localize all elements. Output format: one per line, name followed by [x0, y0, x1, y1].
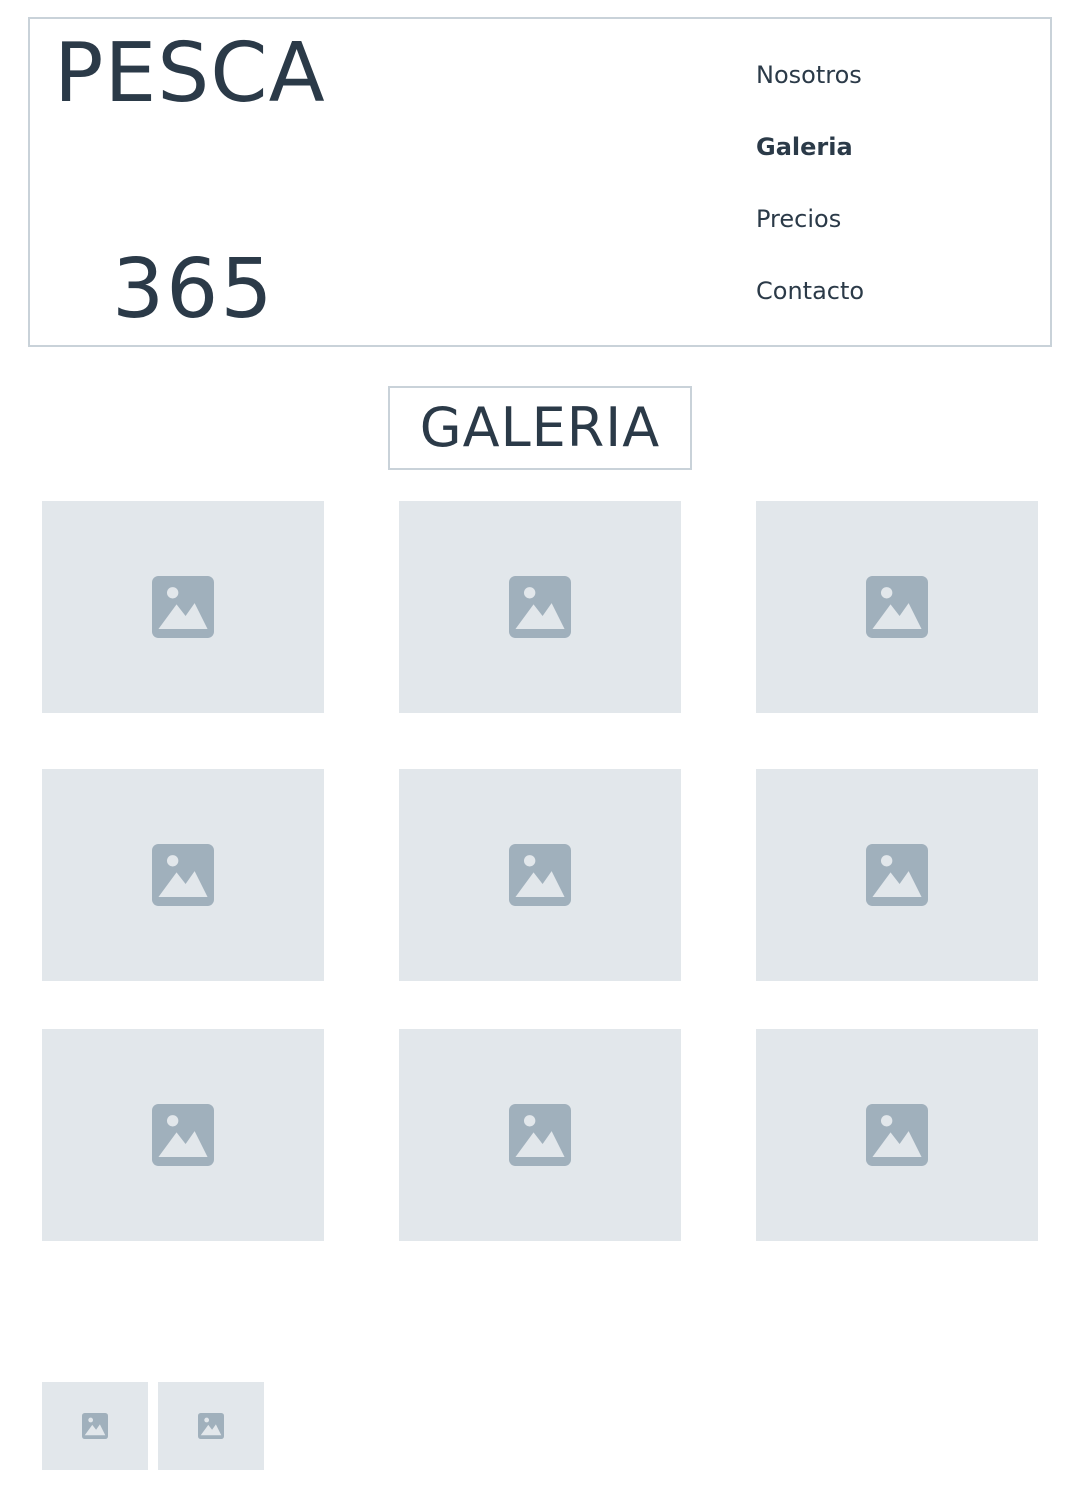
image-placeholder-icon [198, 1413, 224, 1439]
gallery-thumbnail[interactable] [158, 1382, 264, 1470]
nav-item-nosotros[interactable]: Nosotros [756, 59, 1016, 131]
gallery-image[interactable] [399, 1029, 681, 1241]
gallery-image[interactable] [756, 769, 1038, 981]
image-placeholder-icon [509, 576, 571, 638]
image-placeholder-icon [152, 1104, 214, 1166]
image-placeholder-icon [866, 844, 928, 906]
logo-text-bottom[interactable]: 365 [112, 249, 275, 331]
site-header: PESCA 365 Nosotros Galeria Precios Conta… [28, 17, 1052, 347]
image-placeholder-icon [509, 1104, 571, 1166]
image-placeholder-icon [866, 1104, 928, 1166]
gallery-image[interactable] [399, 769, 681, 981]
gallery-thumbnail[interactable] [42, 1382, 148, 1470]
gallery-title: GALERIA [388, 386, 692, 470]
gallery-image[interactable] [756, 501, 1038, 713]
image-placeholder-icon [82, 1413, 108, 1439]
nav-item-precios[interactable]: Precios [756, 203, 1016, 275]
nav-item-contacto[interactable]: Contacto [756, 275, 1016, 347]
image-placeholder-icon [866, 576, 928, 638]
nav-item-galeria[interactable]: Galeria [756, 131, 1016, 203]
gallery-image[interactable] [42, 501, 324, 713]
gallery-image[interactable] [42, 1029, 324, 1241]
main-nav: Nosotros Galeria Precios Contacto [756, 59, 1016, 347]
gallery-image[interactable] [42, 769, 324, 981]
logo-text-top[interactable]: PESCA [54, 33, 326, 115]
image-placeholder-icon [152, 844, 214, 906]
image-placeholder-icon [152, 576, 214, 638]
gallery-image[interactable] [756, 1029, 1038, 1241]
gallery-image[interactable] [399, 501, 681, 713]
image-placeholder-icon [509, 844, 571, 906]
